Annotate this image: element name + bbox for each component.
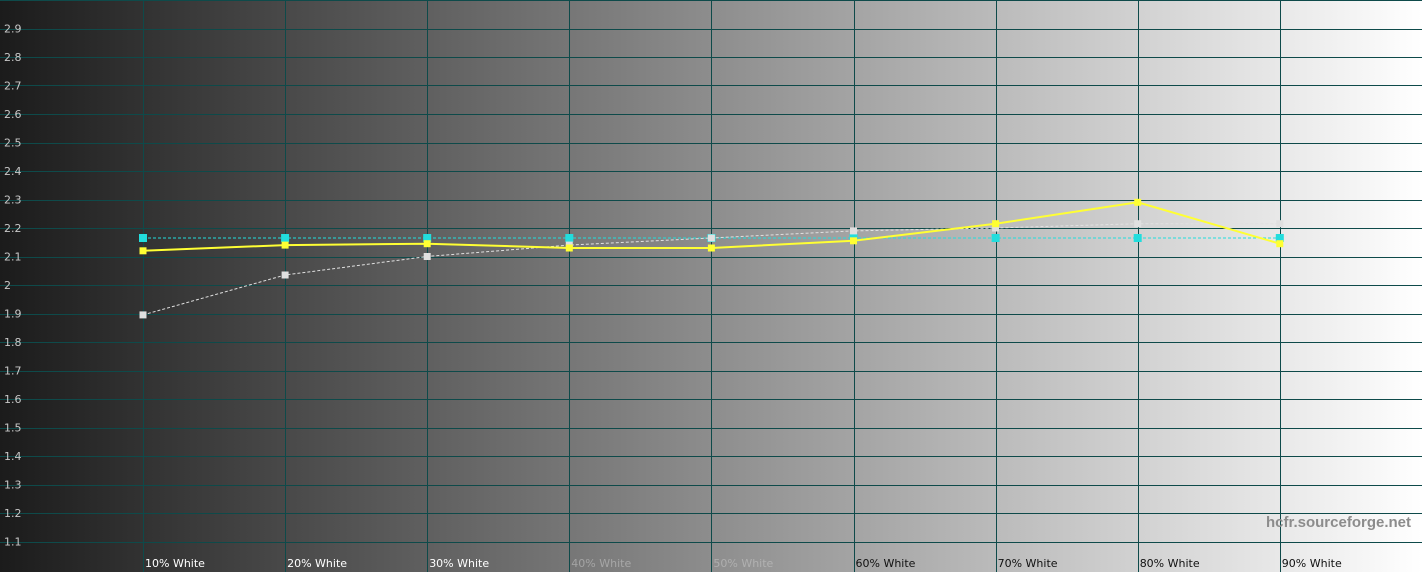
y-tick-label: 1.4 bbox=[4, 450, 22, 463]
data-point bbox=[281, 271, 289, 279]
gamma-chart: 1.1 1.2 1.3 1.4 1.5 1.6 1.7 1.8 1.9 2 2.1 2.2 2.3 2.4… bbox=[0, 0, 1422, 572]
data-point bbox=[281, 241, 289, 249]
x-tick-label: 40% White bbox=[571, 557, 631, 570]
data-point bbox=[707, 244, 715, 252]
data-point bbox=[423, 253, 431, 260]
data-point bbox=[1276, 240, 1284, 248]
x-tick-label: 90% White bbox=[1282, 557, 1342, 570]
x-tick-label: 50% White bbox=[713, 557, 773, 570]
y-tick-label: 2 bbox=[4, 279, 11, 292]
x-tick-label: 60% White bbox=[856, 557, 916, 570]
y-tick-label: 1.8 bbox=[4, 336, 22, 349]
x-axis-ticks: 10% White 20% White 30% White 40% White 50% … bbox=[145, 557, 1342, 570]
data-point bbox=[850, 227, 857, 235]
y-tick-label: 1.9 bbox=[4, 308, 22, 321]
y-tick-label: 1.1 bbox=[4, 536, 22, 549]
y-tick-label: 1.3 bbox=[4, 479, 22, 492]
x-tick-label: 70% White bbox=[998, 557, 1058, 570]
watermark: hcfr.sourceforge.net bbox=[1266, 514, 1411, 531]
x-tick-label: 30% White bbox=[429, 557, 489, 570]
x-tick-label: 20% White bbox=[287, 557, 347, 570]
y-tick-label: 2.8 bbox=[4, 51, 22, 64]
data-point bbox=[281, 234, 290, 242]
data-point bbox=[565, 244, 573, 252]
y-tick-label: 2.1 bbox=[4, 251, 22, 264]
data-point bbox=[991, 234, 1000, 242]
data-point bbox=[850, 237, 857, 245]
data-point bbox=[1276, 220, 1284, 228]
data-point bbox=[707, 234, 715, 242]
chart-canvas: 1.1 1.2 1.3 1.4 1.5 1.6 1.7 1.8 1.9 2 2.1 2.2 2.3 2.4… bbox=[0, 0, 1422, 572]
data-point bbox=[139, 234, 147, 242]
x-tick-label: 80% White bbox=[1140, 557, 1200, 570]
data-point bbox=[565, 234, 574, 242]
data-point bbox=[139, 247, 147, 255]
y-tick-label: 1.5 bbox=[4, 422, 22, 435]
y-tick-label: 1.2 bbox=[4, 507, 22, 520]
data-point bbox=[992, 220, 1000, 228]
data-point bbox=[1134, 198, 1142, 206]
x-tick-label: 10% White bbox=[145, 557, 205, 570]
data-point bbox=[139, 311, 147, 319]
y-tick-label: 2.4 bbox=[4, 165, 22, 178]
y-tick-label: 2.3 bbox=[4, 194, 22, 207]
data-point bbox=[1134, 220, 1142, 228]
y-tick-label: 1.7 bbox=[4, 365, 22, 378]
data-point bbox=[1133, 234, 1142, 242]
y-tick-label: 1.6 bbox=[4, 393, 22, 406]
y-tick-label: 2.7 bbox=[4, 80, 22, 93]
y-tick-label: 2.5 bbox=[4, 137, 22, 150]
data-point bbox=[423, 240, 431, 248]
y-tick-label: 2.2 bbox=[4, 222, 22, 235]
y-tick-label: 2.6 bbox=[4, 108, 22, 121]
y-tick-label: 2.9 bbox=[4, 23, 22, 36]
